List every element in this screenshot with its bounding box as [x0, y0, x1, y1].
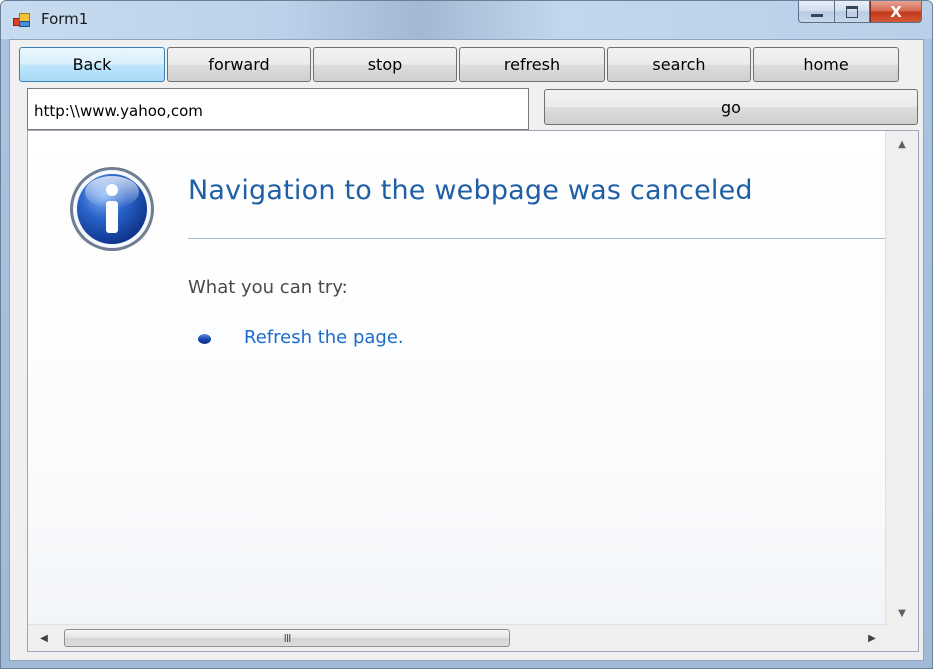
scrollbar-corner [886, 625, 918, 651]
close-button[interactable]: X [870, 1, 922, 23]
window-title: Form1 [41, 10, 89, 28]
maximize-button[interactable] [834, 1, 870, 23]
horizontal-scroll-thumb[interactable]: III [64, 629, 510, 647]
scroll-right-icon[interactable]: ▶ [860, 625, 884, 651]
scroll-down-icon[interactable]: ▼ [886, 602, 918, 624]
refresh-button[interactable]: refresh [459, 47, 605, 82]
web-browser-view[interactable]: Navigation to the webpage was canceled W… [27, 130, 919, 652]
vertical-scrollbar[interactable]: ▲ ▼ [885, 131, 918, 626]
title-divider [188, 238, 888, 239]
forward-button[interactable]: forward [167, 47, 311, 82]
go-button[interactable]: go [544, 89, 918, 125]
info-icon [70, 167, 154, 251]
page-title: Navigation to the webpage was canceled [188, 175, 753, 206]
app-form-icon [13, 13, 30, 27]
minimize-button[interactable] [798, 1, 834, 23]
title-bar[interactable]: Form1 X [1, 1, 932, 39]
close-icon: X [890, 2, 902, 21]
address-input[interactable] [27, 88, 529, 130]
app-window: Form1 X Back forward stop refresh search… [0, 0, 933, 669]
maximize-icon [846, 5, 858, 18]
scroll-grip-icon: III [283, 631, 292, 645]
stop-button[interactable]: stop [313, 47, 457, 82]
scroll-left-icon[interactable]: ◀ [32, 625, 56, 651]
try-label: What you can try: [188, 277, 348, 298]
navigation-toolbar: Back forward stop refresh search home [19, 47, 901, 82]
back-button[interactable]: Back [19, 47, 165, 82]
search-button[interactable]: search [607, 47, 751, 82]
horizontal-scrollbar[interactable]: ◀ III ▶ [28, 624, 888, 651]
refresh-page-link[interactable]: Refresh the page. [244, 327, 404, 348]
caption-buttons: X [798, 1, 922, 25]
scroll-up-icon[interactable]: ▲ [886, 133, 918, 155]
minimize-icon [810, 14, 823, 17]
home-button[interactable]: home [753, 47, 899, 82]
bullet-icon [198, 334, 211, 344]
